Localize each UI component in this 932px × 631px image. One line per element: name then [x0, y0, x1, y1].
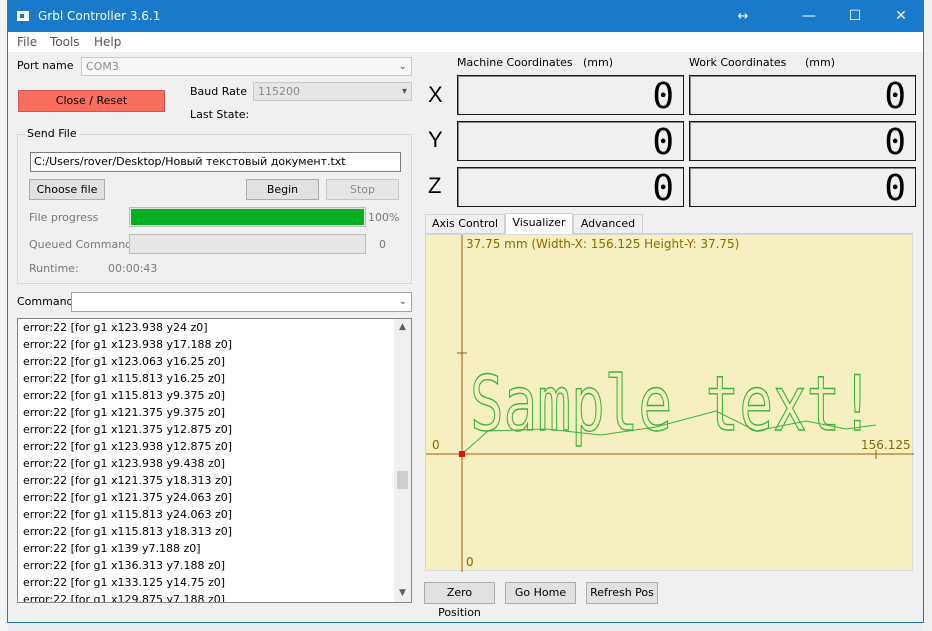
baud-rate-label: Baud Rate	[190, 85, 247, 98]
scroll-down-icon[interactable]: ▼	[394, 585, 411, 602]
command-label: Command	[17, 295, 74, 308]
menu-tools[interactable]: Tools	[50, 35, 80, 49]
choose-file-button[interactable]: Choose file	[29, 179, 105, 200]
machine-y-value: 0	[652, 122, 675, 163]
minimize-button[interactable]: —	[786, 1, 832, 32]
send-file-label: Send File	[25, 127, 79, 140]
port-value: COM3	[86, 60, 119, 73]
origin-marker	[459, 451, 465, 457]
port-name-label: Port name	[17, 59, 74, 72]
machine-x-value: 0	[652, 76, 675, 117]
zero-position-button[interactable]: Zero Position	[424, 582, 495, 619]
x-max-label: 156.125	[861, 438, 911, 452]
log-line: error:22 [for g1 x123.938 y12.875 z0]	[23, 440, 233, 453]
go-home-button[interactable]: Go Home	[505, 582, 576, 604]
stop-button[interactable]: Stop	[326, 179, 399, 200]
command-input[interactable]: ⌄	[71, 292, 412, 312]
work-y-value: 0	[884, 122, 907, 163]
scroll-thumb[interactable]	[397, 471, 408, 489]
log-line: error:22 [for g1 x121.375 y12.875 z0]	[23, 423, 233, 436]
begin-button[interactable]: Begin	[246, 179, 319, 200]
log-line: error:22 [for g1 x121.375 y24.063 z0]	[23, 491, 233, 504]
log-line: error:22 [for g1 x123.938 y17.188 z0]	[23, 338, 233, 351]
window-title: Grbl Controller 3.6.1	[38, 9, 161, 23]
machine-unit-label: (mm)	[583, 56, 614, 69]
x-origin-label: 0	[432, 438, 440, 452]
log-line: error:22 [for g1 x136.313 y7.188 z0]	[23, 559, 226, 572]
toolpath-text: Sample text!	[470, 359, 874, 448]
maximize-button[interactable]: ☐	[832, 1, 878, 32]
refresh-pos-button[interactable]: Refresh Pos	[586, 582, 658, 604]
log-line: error:22 [for g1 x115.813 y16.25 z0]	[23, 372, 226, 385]
app-icon	[17, 11, 29, 21]
machine-z-display: 0	[457, 167, 684, 207]
close-reset-button[interactable]: Close / Reset	[18, 90, 165, 112]
axis-x-letter: X	[428, 82, 443, 107]
log-output[interactable]: error:22 [for g1 x123.938 y24 z0] error:2…	[17, 318, 412, 603]
queued-commands-label: Queued Commands	[29, 238, 138, 251]
toolpath-svg: Sample text!	[426, 235, 914, 572]
machine-x-display: 0	[457, 75, 684, 115]
work-z-value: 0	[884, 168, 907, 209]
file-progress-bar	[129, 207, 366, 227]
menu-file[interactable]: File	[17, 35, 37, 49]
log-scrollbar[interactable]: ▲ ▼	[394, 319, 411, 602]
tab-axis-control[interactable]: Axis Control	[425, 214, 505, 234]
tab-advanced[interactable]: Advanced	[573, 214, 643, 234]
axis-y-letter: Y	[428, 127, 443, 152]
runtime-value: 00:00:43	[108, 262, 158, 275]
log-line: error:22 [for g1 x115.813 y24.063 z0]	[23, 508, 233, 521]
work-unit-label: (mm)	[805, 56, 836, 69]
queued-commands-bar	[129, 234, 366, 254]
grbl-controller-window: Grbl Controller 3.6.1 ↔ — ☐ ✕ File Tools…	[7, 0, 924, 623]
work-z-display: 0	[689, 167, 916, 207]
machine-coordinates-label: Machine Coordinates	[457, 56, 573, 69]
log-line: error:22 [for g1 x129.875 y7.188 z0]	[23, 593, 226, 603]
menu-bar: File Tools Help	[8, 32, 923, 52]
tab-visualizer[interactable]: Visualizer	[505, 213, 573, 235]
queued-commands-value: 0	[379, 238, 386, 251]
log-line: error:22 [for g1 x115.813 y9.375 z0]	[23, 389, 226, 402]
y-origin-label: 0	[466, 555, 474, 569]
last-state-label: Last State:	[190, 108, 250, 121]
log-line: error:22 [for g1 x121.375 y9.375 z0]	[23, 406, 226, 419]
close-window-button[interactable]: ✕	[878, 1, 923, 32]
log-line: error:22 [for g1 x123.938 y24 z0]	[23, 321, 208, 334]
axis-z-letter: Z	[428, 173, 442, 198]
baud-rate-select[interactable]: 115200 ▾	[253, 82, 412, 101]
baud-rate-value: 115200	[258, 85, 300, 98]
title-bar[interactable]: Grbl Controller 3.6.1 ↔ — ☐ ✕	[8, 1, 923, 32]
file-progress-fill	[131, 209, 364, 225]
chevron-down-icon: ⌄	[398, 61, 407, 72]
menu-help[interactable]: Help	[94, 35, 121, 49]
work-coordinates-label: Work Coordinates	[689, 56, 787, 69]
chevron-down-icon: ▾	[401, 86, 407, 97]
visualizer-canvas[interactable]: Sample text! 37.75 mm (Width-X: 156.125 …	[425, 234, 914, 572]
work-y-display: 0	[689, 121, 916, 161]
log-line: error:22 [for g1 x123.938 y9.438 z0]	[23, 457, 226, 470]
work-x-display: 0	[689, 75, 916, 115]
chevron-down-icon: ⌄	[398, 296, 407, 307]
log-line: error:22 [for g1 x123.063 y16.25 z0]	[23, 355, 226, 368]
log-line: error:22 [for g1 x133.125 y14.75 z0]	[23, 576, 226, 589]
port-select[interactable]: COM3 ⌄	[81, 57, 412, 76]
scroll-up-icon[interactable]: ▲	[394, 319, 411, 336]
file-path-field[interactable]: C:/Users/rover/Desktop/Новый текстовый д…	[30, 152, 401, 172]
file-progress-label: File progress	[29, 211, 99, 224]
work-x-value: 0	[884, 76, 907, 117]
runtime-label: Runtime:	[29, 262, 79, 275]
machine-z-value: 0	[652, 168, 675, 209]
file-progress-text: 100%	[368, 211, 400, 224]
resize-arrows-icon: ↔	[737, 9, 749, 24]
machine-y-display: 0	[457, 121, 684, 161]
visualizer-dimensions: 37.75 mm (Width-X: 156.125 Height-Y: 37.…	[466, 237, 740, 251]
log-line: error:22 [for g1 x115.813 y18.313 z0]	[23, 525, 233, 538]
log-line: error:22 [for g1 x139 y7.188 z0]	[23, 542, 201, 555]
log-line: error:22 [for g1 x121.375 y18.313 z0]	[23, 474, 233, 487]
